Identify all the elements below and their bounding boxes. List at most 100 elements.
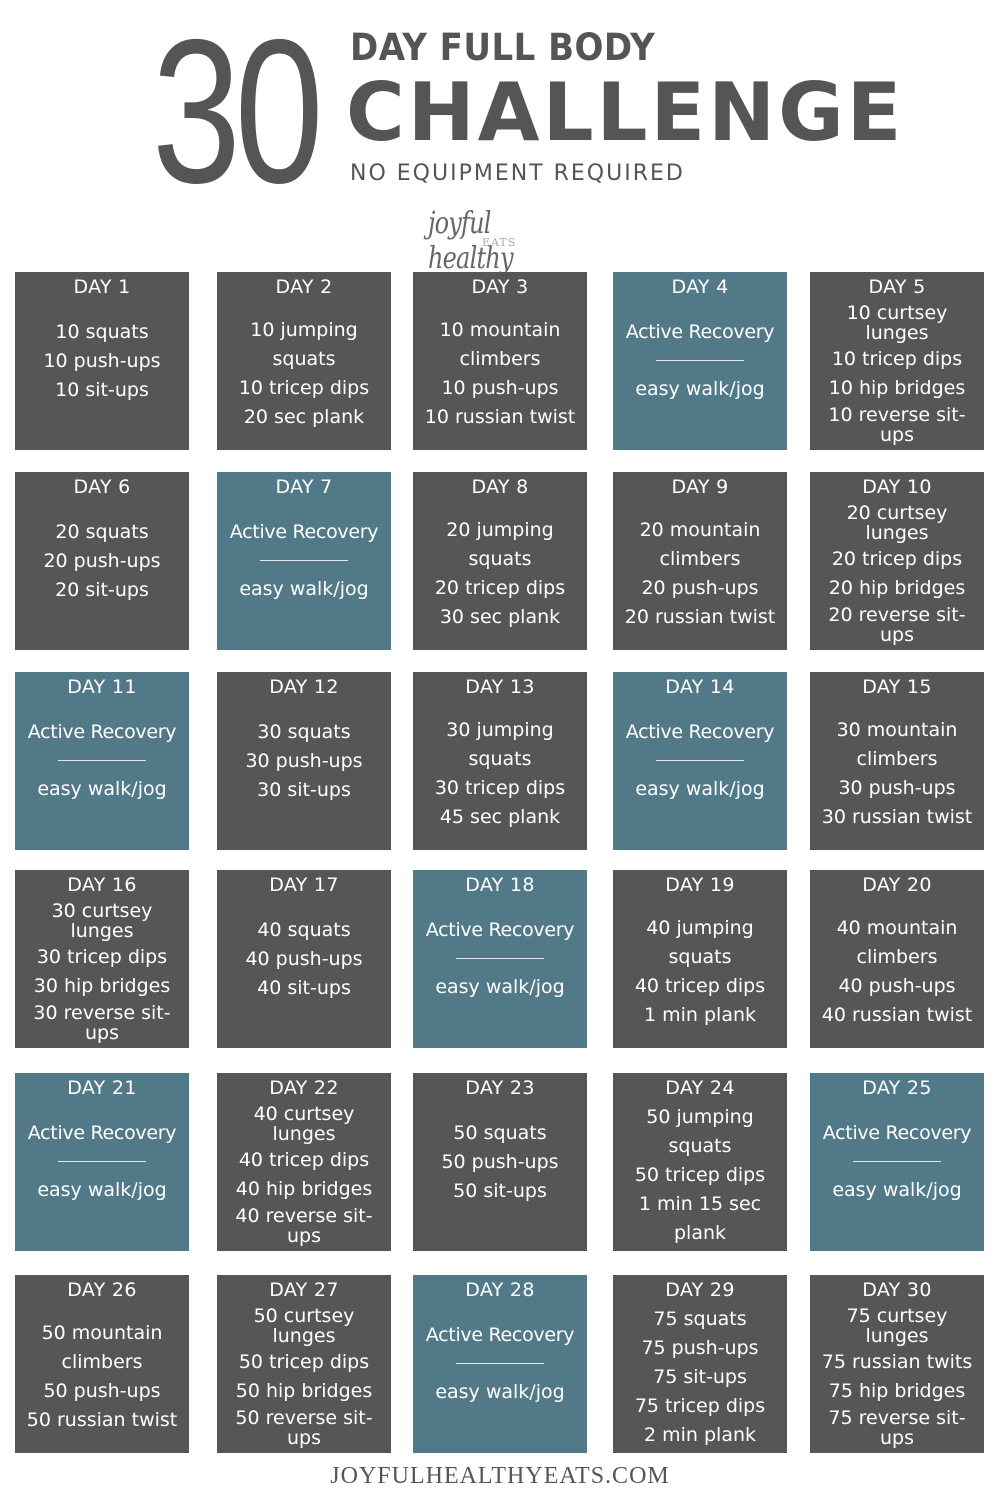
day-label: DAY 12 — [269, 676, 339, 698]
day-tile-11: DAY 11 Active Recovery easy walk/jog — [15, 672, 189, 850]
exercise-line: 40 curtsey lunges — [253, 1103, 355, 1145]
day-content: 75 curtsey lunges 75 russian twits 75 hip … — [810, 1301, 984, 1453]
day-label: DAY 25 — [862, 1077, 932, 1099]
recovery-detail: easy walk/jog — [635, 778, 765, 800]
day-content: Active Recovery easy walk/jog — [413, 1301, 587, 1453]
day-label: DAY 4 — [671, 276, 729, 298]
day-content: 10 mountain climbers 10 push-ups 10 russia… — [413, 298, 587, 450]
day-tile-6: DAY 6 20 squats 20 push-ups 20 sit-ups — [15, 472, 189, 650]
day-content: 50 mountain climbers 50 push-ups 50 russia… — [15, 1301, 189, 1453]
brand-logo: joyful healthy EATS — [420, 200, 580, 276]
day-content: 40 curtsey lunges 40 tricep dips 40 hip br… — [217, 1099, 391, 1251]
day-content: 75 squats 75 push-ups 75 sit-ups 75 tricep … — [613, 1301, 787, 1453]
recovery-title: Active Recovery — [229, 521, 379, 543]
exercise-line: 75 russian twits — [821, 1351, 973, 1373]
exercise-line: 1 min plank — [643, 1004, 757, 1026]
exercise-line: 20 russian twist — [624, 606, 776, 628]
day-content: 50 jumping squats 50 tricep dips 1 min 15 … — [613, 1099, 787, 1251]
day-label: DAY 21 — [67, 1077, 137, 1099]
recovery-detail: easy walk/jog — [37, 778, 167, 800]
day-content: 50 curtsey lunges 50 tricep dips 50 hip br… — [217, 1301, 391, 1453]
day-tile-17: DAY 17 40 squats 40 push-ups 40 sit-ups — [217, 870, 391, 1048]
day-tile-27: DAY 27 50 curtsey lunges 50 tricep dips 50 … — [217, 1275, 391, 1453]
day-label: DAY 9 — [671, 476, 729, 498]
divider — [456, 958, 544, 959]
exercise-line: 10 hip bridges — [828, 377, 966, 399]
day-tile-28: DAY 28 Active Recovery easy walk/jog — [413, 1275, 587, 1453]
subtitle-no-equipment: NO EQUIPMENT REQUIRED — [350, 161, 685, 186]
exercise-line: 20 sec plank — [243, 406, 365, 428]
exercise-line: 50 squats — [453, 1122, 547, 1144]
exercise-line: 30 squats — [257, 721, 351, 743]
exercise-line: 20 mountain climbers — [639, 519, 761, 570]
day-label: DAY 6 — [73, 476, 131, 498]
day-label: DAY 8 — [471, 476, 529, 498]
exercise-line: 50 jumping squats — [646, 1105, 754, 1157]
exercise-line: 10 tricep dips — [238, 377, 370, 399]
exercise-line: 40 tricep dips — [634, 975, 766, 997]
day-label: DAY 29 — [665, 1279, 735, 1301]
day-label: DAY 19 — [665, 874, 735, 896]
day-content: 20 mountain climbers 20 push-ups 20 russia… — [613, 498, 787, 650]
day-tile-5: DAY 5 10 curtsey lunges 10 tricep dips 10 h… — [810, 272, 984, 450]
exercise-line: 50 push-ups — [441, 1151, 559, 1173]
day-label: DAY 7 — [275, 476, 333, 498]
day-tile-18: DAY 18 Active Recovery easy walk/jog — [413, 870, 587, 1048]
recovery-title: Active Recovery — [625, 721, 775, 743]
recovery-detail: easy walk/jog — [37, 1179, 167, 1201]
recovery-title: Active Recovery — [625, 321, 775, 343]
exercise-line: 75 sit-ups — [653, 1365, 747, 1388]
exercise-line: 20 tricep dips — [831, 548, 963, 570]
day-label: DAY 22 — [269, 1077, 339, 1099]
exercise-line: 40 push-ups — [838, 975, 956, 997]
divider — [58, 1161, 146, 1162]
day-tile-4: DAY 4 Active Recovery easy walk/jog — [613, 272, 787, 450]
day-tile-13: DAY 13 30 jumping squats 30 tricep dips 45 … — [413, 672, 587, 850]
exercise-line: 50 mountain climbers — [41, 1322, 163, 1373]
exercise-line: 10 curtsey lunges — [846, 302, 948, 344]
day-label: DAY 20 — [862, 874, 932, 896]
recovery-detail: easy walk/jog — [435, 976, 565, 998]
day-tile-8: DAY 8 20 jumping squats 20 tricep dips 30 s… — [413, 472, 587, 650]
day-label: DAY 16 — [67, 874, 137, 896]
day-content: Active Recovery easy walk/jog — [613, 298, 787, 450]
logo-eats: EATS — [482, 236, 517, 249]
day-content: Active Recovery easy walk/jog — [15, 1099, 189, 1251]
exercise-line: 50 tricep dips — [634, 1163, 766, 1186]
divider — [58, 760, 146, 761]
exercise-line: 40 russian twist — [821, 1004, 973, 1026]
day-tile-1: DAY 1 10 squats 10 push-ups 10 sit-ups — [15, 272, 189, 450]
exercise-line: 40 reverse sit-ups — [235, 1205, 373, 1247]
divider — [456, 1363, 544, 1364]
day-tile-30: DAY 30 75 curtsey lunges 75 russian twits 7… — [810, 1275, 984, 1453]
exercise-line: 30 jumping squats — [446, 719, 554, 770]
day-content: 40 mountain climbers 40 push-ups 40 russia… — [810, 896, 984, 1048]
exercise-line: 30 tricep dips — [434, 777, 566, 799]
day-tile-29: DAY 29 75 squats 75 push-ups 75 sit-ups 75 t… — [613, 1275, 787, 1453]
day-label: DAY 2 — [275, 276, 333, 298]
exercise-line: 10 tricep dips — [831, 348, 963, 370]
exercise-line: 10 squats — [55, 321, 149, 343]
exercise-line: 10 push-ups — [441, 377, 559, 399]
exercise-line: 75 reverse sit-ups — [828, 1407, 966, 1449]
exercise-line: 30 curtsey lunges — [51, 900, 153, 942]
exercise-line: 75 push-ups — [641, 1336, 759, 1359]
exercise-line: 30 reverse sit-ups — [33, 1002, 171, 1044]
divider — [260, 560, 348, 561]
title-challenge: CHALLENGE — [346, 66, 905, 159]
exercise-line: 50 tricep dips — [238, 1351, 370, 1373]
exercise-line: 30 sit-ups — [257, 779, 351, 801]
day-label: DAY 15 — [862, 676, 932, 698]
recovery-detail: easy walk/jog — [832, 1179, 962, 1201]
day-tile-16: DAY 16 30 curtsey lunges 30 tricep dips 30 … — [15, 870, 189, 1048]
exercise-line: 20 squats — [55, 521, 149, 543]
day-tile-20: DAY 20 40 mountain climbers 40 push-ups 40 … — [810, 870, 984, 1048]
day-label: DAY 10 — [862, 476, 932, 498]
day-tile-25: DAY 25 Active Recovery easy walk/jog — [810, 1073, 984, 1251]
exercise-line: 10 sit-ups — [55, 379, 149, 401]
day-content: Active Recovery easy walk/jog — [15, 698, 189, 850]
day-tile-12: DAY 12 30 squats 30 push-ups 30 sit-ups — [217, 672, 391, 850]
day-label: DAY 3 — [471, 276, 529, 298]
exercise-line: 10 reverse sit-ups — [828, 404, 966, 446]
exercise-line: 40 jumping squats — [646, 917, 754, 968]
